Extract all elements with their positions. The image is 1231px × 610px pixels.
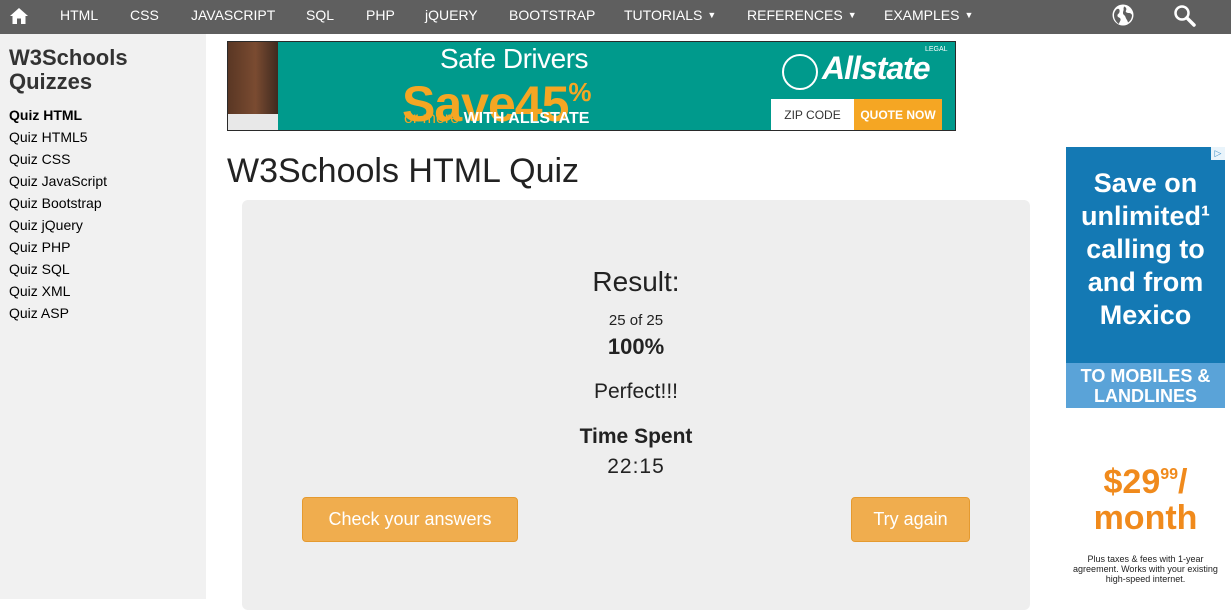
ad-quote-button[interactable]: QUOTE NOW bbox=[854, 99, 942, 130]
caret-down-icon: ▼ bbox=[847, 10, 857, 20]
ad-percent-sign: % bbox=[568, 77, 591, 107]
time-spent-value: 22:15 bbox=[607, 455, 665, 478]
sidebar-item-quiz-css[interactable]: Quiz CSS bbox=[9, 148, 107, 170]
sidebar-item-quiz-php[interactable]: Quiz PHP bbox=[9, 236, 107, 258]
nav-item-javascript[interactable]: JAVASCRIPT bbox=[191, 0, 275, 34]
nav-item-bootstrap[interactable]: BOOTSTRAP bbox=[509, 0, 595, 34]
result-panel bbox=[242, 200, 1030, 610]
side-ad-price: $2999/ month bbox=[1066, 457, 1225, 536]
sidebar-title: W3Schools Quizzes bbox=[9, 45, 128, 94]
nav-item-tutorials[interactable]: TUTORIALS ▼ bbox=[624, 0, 716, 34]
ad-line-with-allstate: or more WITH ALLSTATE bbox=[404, 110, 589, 128]
sidebar-item-quiz-html5[interactable]: Quiz HTML5 bbox=[9, 126, 107, 148]
nav-item-sql[interactable]: SQL bbox=[306, 0, 334, 34]
sidebar-item-quiz-asp[interactable]: Quiz ASP bbox=[9, 302, 107, 324]
check-answers-button[interactable]: Check your answers bbox=[302, 497, 518, 542]
result-count: 25 of 25 bbox=[608, 312, 664, 329]
ad-legal-link[interactable]: LEGAL bbox=[925, 46, 948, 53]
sidebar-links: Quiz HTML Quiz HTML5 Quiz CSS Quiz JavaS… bbox=[9, 104, 107, 324]
page-title: W3Schools HTML Quiz bbox=[227, 152, 580, 190]
top-navigation: HTML CSS JAVASCRIPT SQL PHP jQUERY BOOTS… bbox=[0, 0, 1231, 34]
globe-icon[interactable] bbox=[1111, 3, 1135, 27]
sidebar-item-quiz-html[interactable]: Quiz HTML bbox=[9, 104, 107, 126]
side-ad-price-cents: 99 bbox=[1160, 466, 1179, 483]
side-ad-price-dollars: $29 bbox=[1103, 463, 1161, 501]
ad-brand: Allstate bbox=[822, 50, 931, 86]
adchoices-icon[interactable]: ▷ bbox=[1211, 147, 1225, 160]
ad-photo bbox=[228, 42, 278, 130]
nav-item-examples-label: EXAMPLES bbox=[884, 7, 960, 23]
side-ad-band: TO MOBILES & LANDLINES bbox=[1066, 363, 1225, 408]
nav-item-php[interactable]: PHP bbox=[366, 0, 395, 34]
ad-zip-input[interactable]: ZIP CODE bbox=[771, 99, 854, 130]
try-again-button[interactable]: Try again bbox=[851, 497, 970, 542]
banner-ad[interactable]: Safe Drivers Save45% or more WITH ALLSTA… bbox=[227, 41, 956, 131]
caret-down-icon: ▼ bbox=[707, 10, 717, 20]
ad-or-more: or more bbox=[404, 110, 460, 127]
home-icon[interactable] bbox=[8, 5, 30, 27]
result-percent: 100% bbox=[607, 334, 665, 359]
sidebar-item-quiz-sql[interactable]: Quiz SQL bbox=[9, 258, 107, 280]
caret-down-icon: ▼ bbox=[964, 10, 974, 20]
side-ad-fine-print: Plus taxes & fees with 1-year agreement.… bbox=[1073, 554, 1218, 584]
side-ad-headline: Save on unlimited¹ calling to and from M… bbox=[1081, 168, 1210, 330]
result-message: Perfect!!! bbox=[593, 380, 679, 403]
sidebar: W3Schools Quizzes Quiz HTML Quiz HTML5 Q… bbox=[0, 34, 206, 599]
sidebar-item-quiz-xml[interactable]: Quiz XML bbox=[9, 280, 107, 302]
nav-item-examples[interactable]: EXAMPLES ▼ bbox=[884, 0, 973, 34]
nav-item-css[interactable]: CSS bbox=[130, 0, 159, 34]
result-title: Result: bbox=[592, 266, 680, 297]
nav-item-references-label: REFERENCES bbox=[747, 7, 843, 23]
time-spent-label: Time Spent bbox=[579, 425, 693, 448]
search-icon[interactable] bbox=[1172, 3, 1198, 29]
nav-item-html[interactable]: HTML bbox=[60, 0, 98, 34]
ad-with-allstate: WITH ALLSTATE bbox=[463, 110, 590, 127]
side-ad[interactable]: Save on unlimited¹ calling to and from M… bbox=[1066, 147, 1225, 599]
nav-item-tutorials-label: TUTORIALS bbox=[624, 7, 703, 23]
nav-item-references[interactable]: REFERENCES ▼ bbox=[747, 0, 857, 34]
sidebar-item-quiz-javascript[interactable]: Quiz JavaScript bbox=[9, 170, 107, 192]
nav-item-jquery[interactable]: jQUERY bbox=[425, 0, 478, 34]
sidebar-item-quiz-jquery[interactable]: Quiz jQuery bbox=[9, 214, 107, 236]
sidebar-item-quiz-bootstrap[interactable]: Quiz Bootstrap bbox=[9, 192, 107, 214]
allstate-logo-icon bbox=[782, 54, 818, 90]
